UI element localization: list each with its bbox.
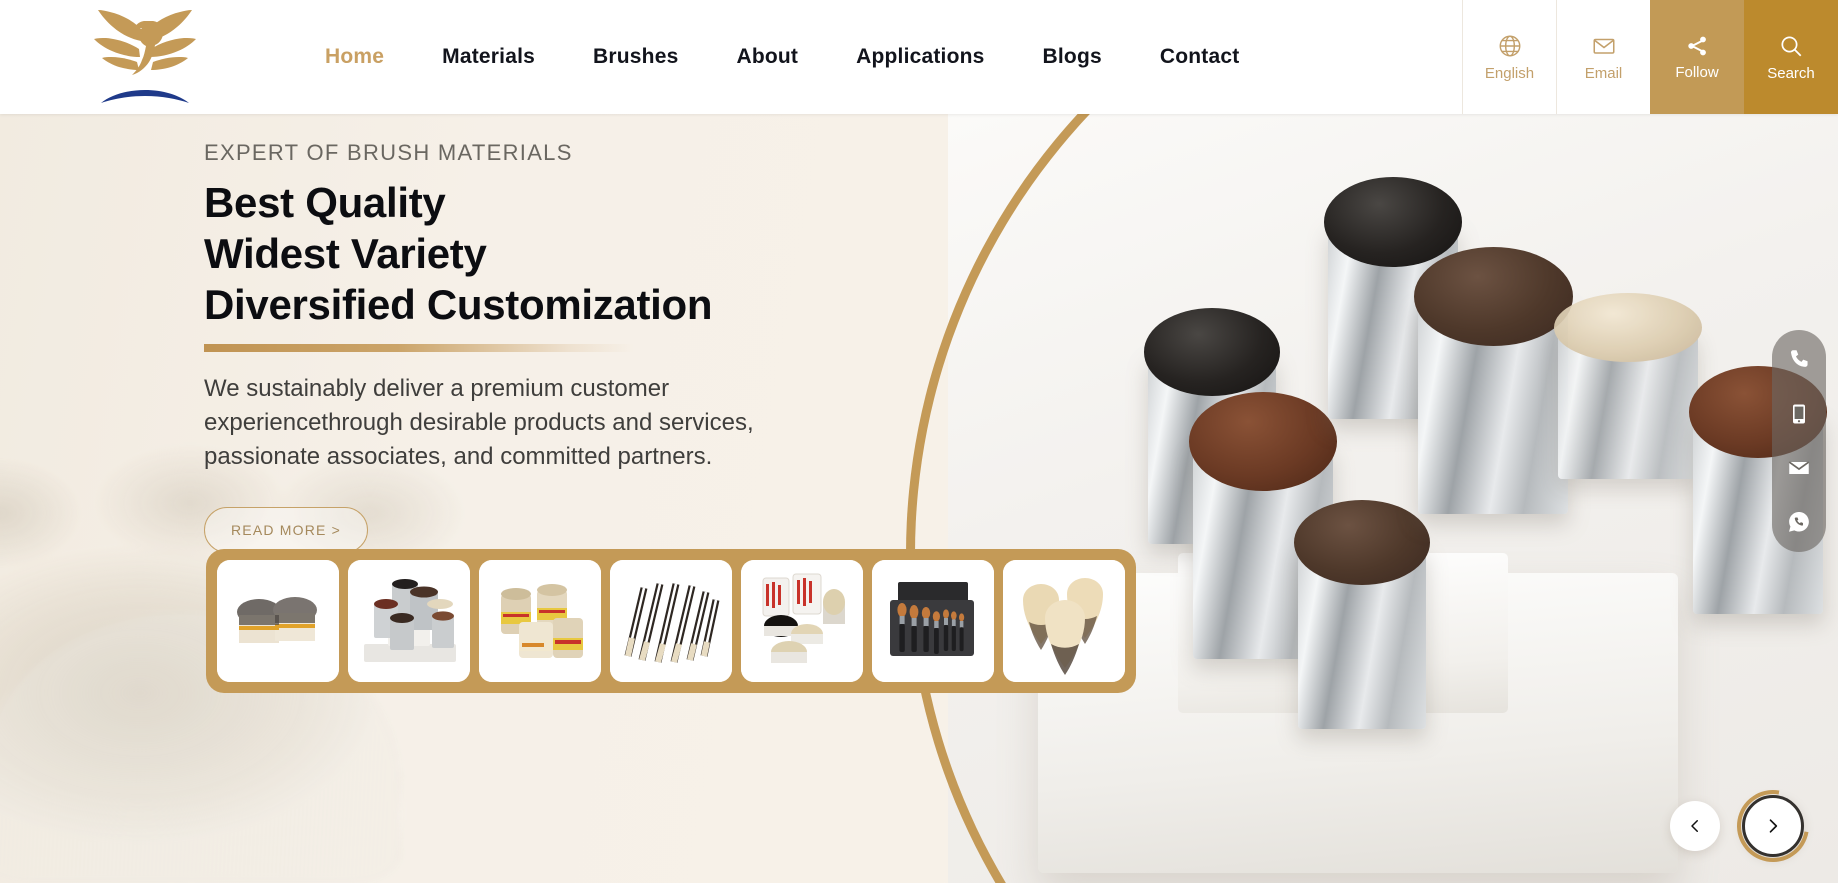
nav-item-about[interactable]: About: [707, 0, 827, 114]
nav-item-blogs[interactable]: Blogs: [1014, 0, 1131, 114]
nav-item-brushes[interactable]: Brushes: [564, 0, 707, 114]
nav-item-applications[interactable]: Applications: [827, 0, 1013, 114]
thumbnail-chrome-ferrule-brush-set[interactable]: [348, 560, 470, 682]
follow-label: Follow: [1675, 64, 1719, 81]
labelled-bundles-image: [479, 560, 601, 682]
nav-item-home[interactable]: Home: [296, 0, 413, 114]
nav-item-materials[interactable]: Materials: [413, 0, 564, 114]
makeup-brush-kit-image: [872, 560, 994, 682]
hero-accent-rule: [204, 344, 634, 352]
globe-icon: [1499, 35, 1520, 57]
hero-heading-line-3: Diversified Customization: [204, 281, 713, 328]
photo-brush-dark-center: [1413, 247, 1573, 514]
thumbnail-black-makeup-brush-kit[interactable]: [872, 560, 994, 682]
floating-contact-rail: [1772, 330, 1826, 552]
follow-button[interactable]: Follow: [1650, 0, 1744, 114]
email-label: Email: [1584, 65, 1623, 82]
badger-knot-cluster-image: [1003, 560, 1125, 682]
rail-whatsapp-button[interactable]: [1782, 505, 1816, 539]
thumbnail-labelled-bristle-bundles[interactable]: [479, 560, 601, 682]
brush-heads-image: [217, 560, 339, 682]
nav-item-contact[interactable]: Contact: [1131, 0, 1269, 114]
thumbnail-flat-fan-brush-array[interactable]: [610, 560, 732, 682]
hero-paragraph: We sustainably deliver a premium custome…: [204, 375, 754, 471]
carousel-prev-button[interactable]: [1670, 801, 1720, 851]
hero-eyebrow: EXPERT OF BRUSH MATERIALS: [204, 140, 573, 165]
chevron-right-icon: [1769, 819, 1778, 833]
hero-copy: EXPERT OF BRUSH MATERIALS Best Quality W…: [204, 140, 904, 554]
carousel-next-button[interactable]: [1742, 795, 1804, 857]
primary-navigation: Home Materials Brushes About Application…: [290, 0, 1462, 114]
envelope-icon: [1592, 38, 1615, 54]
hero-carousel-controls: [1670, 795, 1804, 857]
thumbnail-badger-knot-cluster[interactable]: [1003, 560, 1125, 682]
whatsapp-icon: [1789, 512, 1809, 532]
rail-phone-button[interactable]: [1782, 343, 1816, 377]
hero-heading: Best Quality Widest Variety Diversified …: [204, 182, 904, 326]
phone-icon: [1790, 350, 1808, 367]
read-more-button[interactable]: READ MORE >: [204, 507, 369, 554]
chevron-left-icon: [1691, 820, 1698, 832]
language-switcher[interactable]: English: [1462, 0, 1556, 114]
rail-email-button[interactable]: [1782, 451, 1816, 485]
hero-heading-line-1: Best Quality: [204, 179, 446, 226]
wrapped-kabuki-image: [741, 560, 863, 682]
page-root: Home Materials Brushes About Application…: [0, 0, 1838, 883]
site-header: Home Materials Brushes About Application…: [0, 0, 1838, 114]
chrome-brush-set-image: [348, 560, 470, 682]
phoenix-logo: [94, 10, 196, 103]
thumbnail-grey-tipped-brush-heads[interactable]: [217, 560, 339, 682]
search-label: Search: [1767, 65, 1815, 82]
photo-brush-cream-right: [1553, 293, 1703, 479]
hero-product-photo: [948, 114, 1838, 883]
fan-brush-array-image: [610, 560, 732, 682]
hero-thumbnail-strip: [206, 549, 1136, 693]
rail-mobile-button[interactable]: [1782, 397, 1816, 431]
search-button[interactable]: Search: [1744, 0, 1838, 114]
share-icon: [1688, 36, 1706, 56]
email-button[interactable]: Email: [1556, 0, 1650, 114]
photo-brush-darkbrown-front: [1294, 499, 1430, 729]
mobile-icon: [1793, 404, 1805, 424]
header-utilities: English Email Follow Search: [1462, 0, 1838, 114]
hero-banner: EXPERT OF BRUSH MATERIALS Best Quality W…: [0, 114, 1838, 883]
logo-link[interactable]: [0, 0, 290, 114]
thumbnail-wrapped-kabuki-brushes[interactable]: [741, 560, 863, 682]
envelope-icon: [1788, 461, 1810, 474]
search-icon: [1781, 36, 1802, 57]
hero-heading-line-2: Widest Variety: [204, 230, 487, 277]
language-label: English: [1484, 65, 1535, 82]
